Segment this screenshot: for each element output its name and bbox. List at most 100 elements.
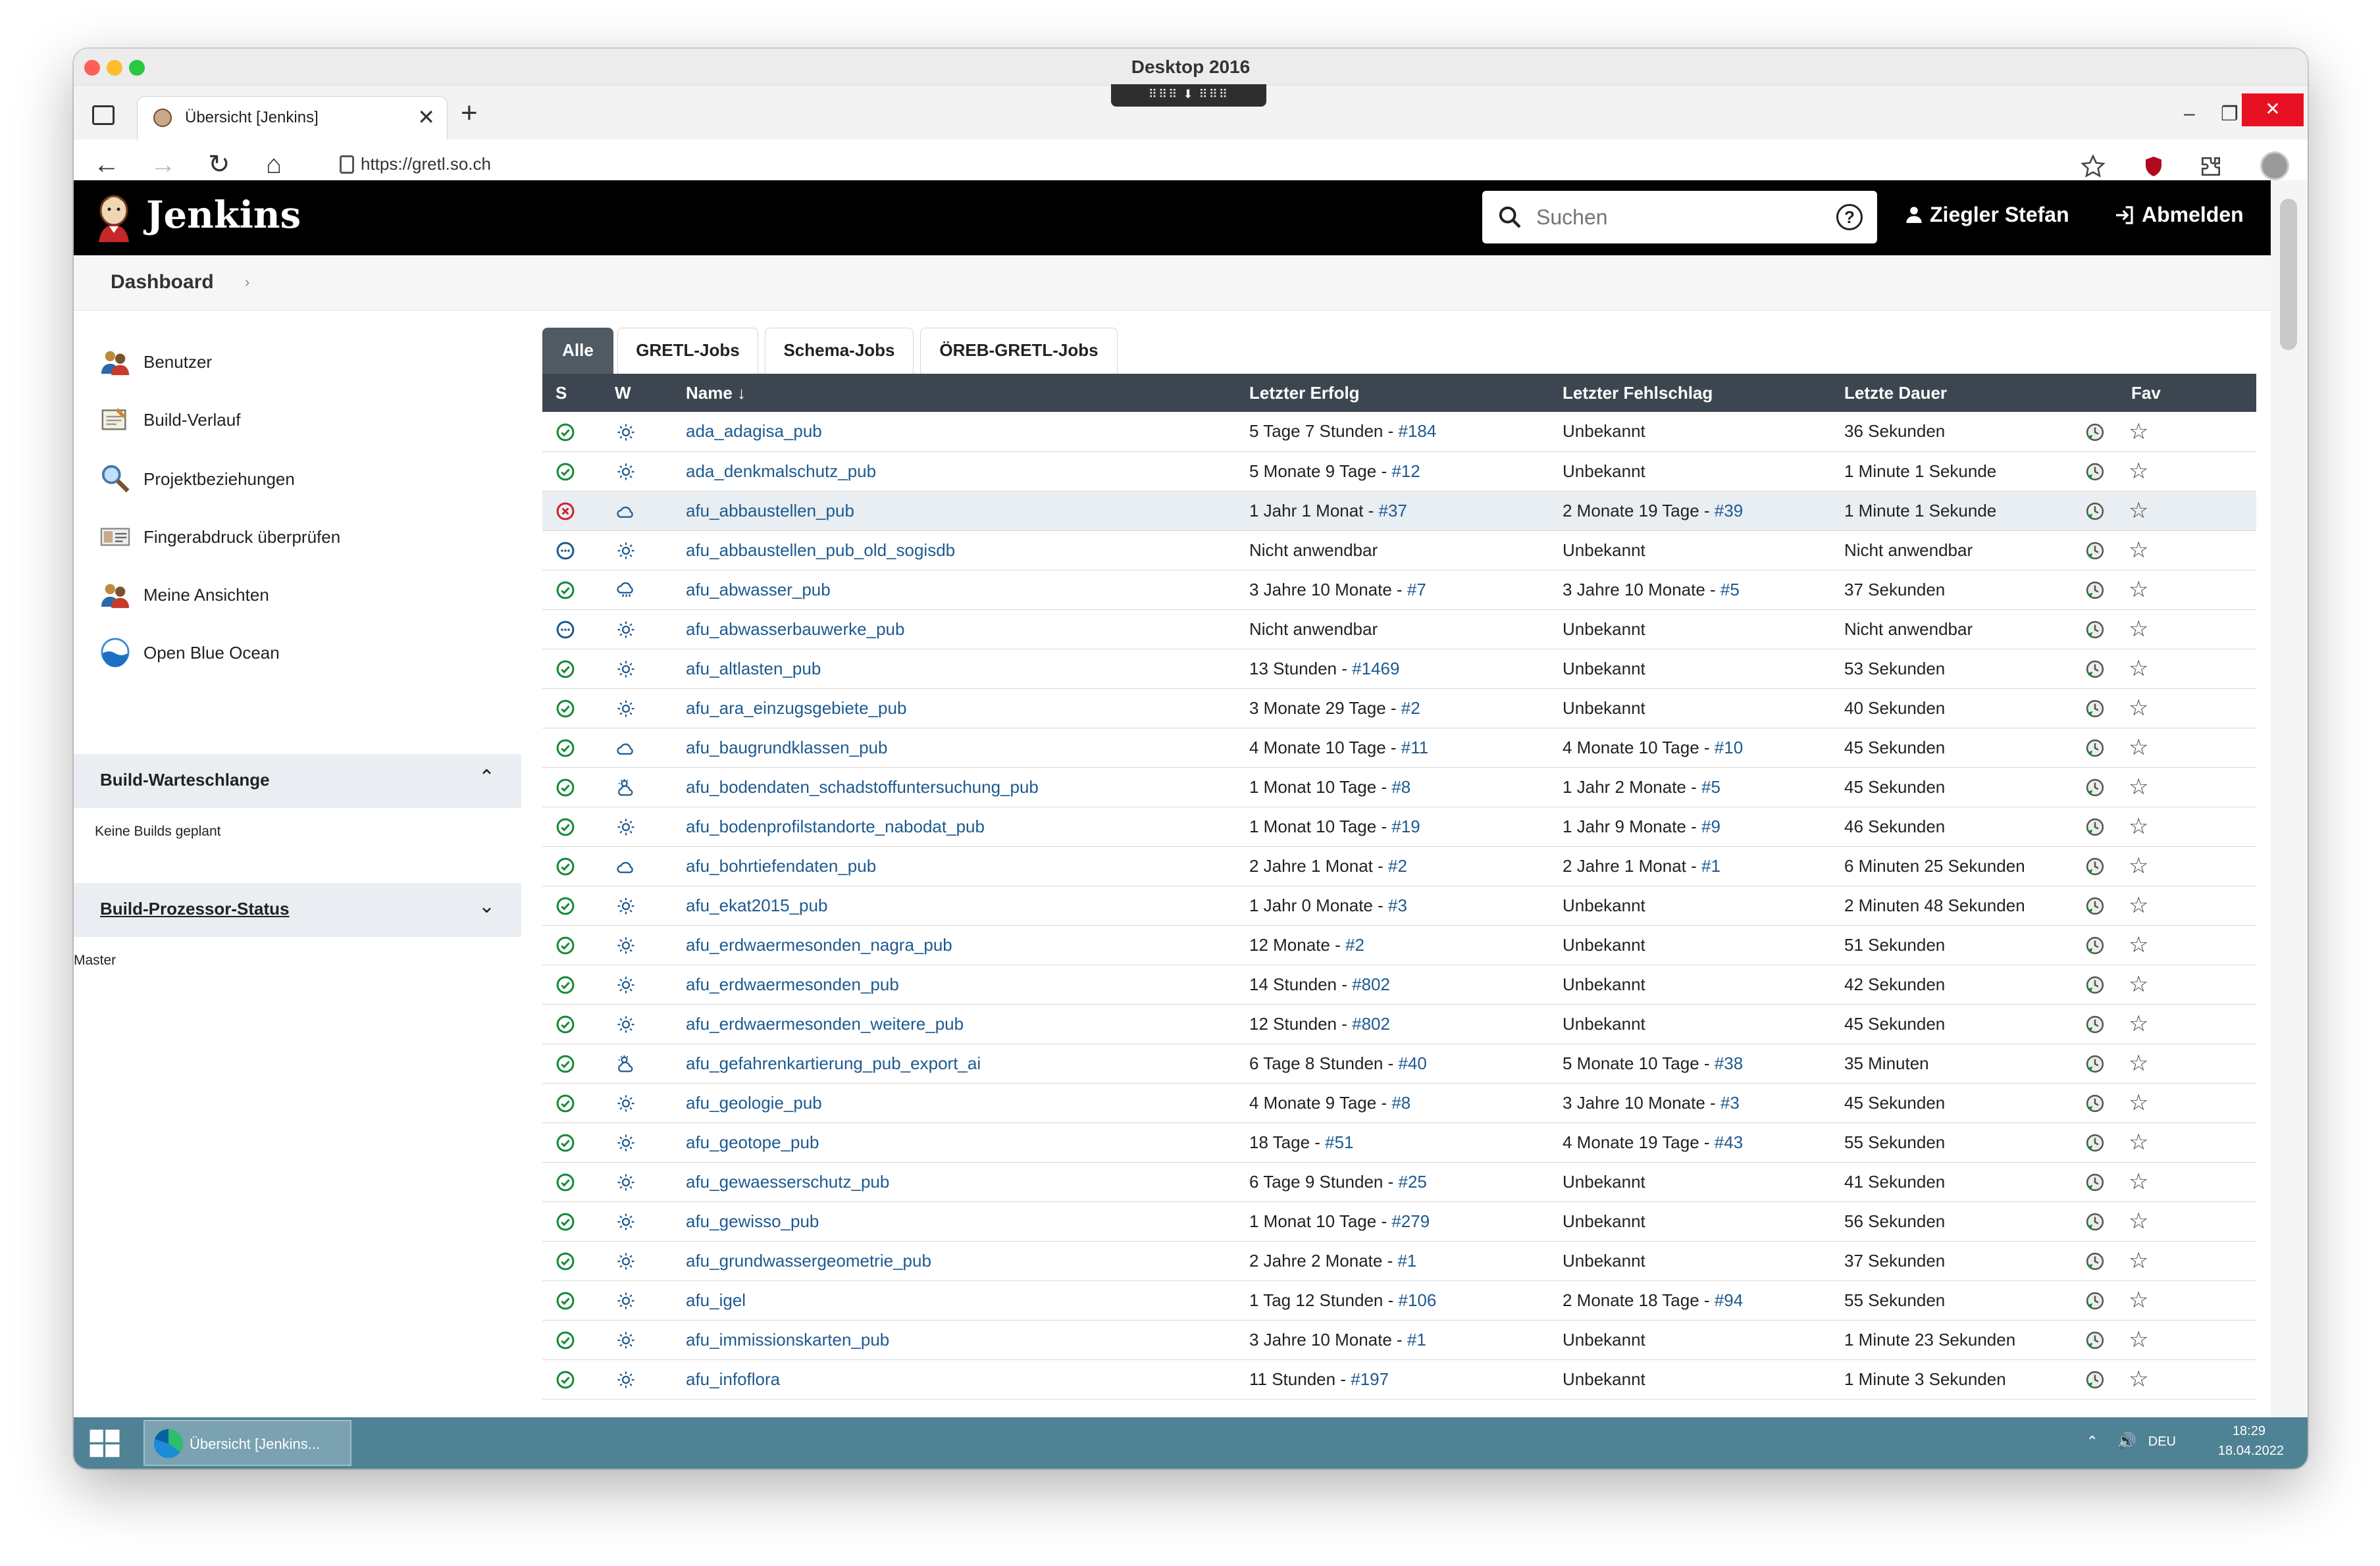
weather-sunny-icon[interactable] [615,1369,637,1388]
executor-status-panel-header[interactable]: Build-Prozessor-Status ⌄ [74,883,521,937]
build-link[interactable]: #2 [1388,856,1407,876]
col-fav[interactable]: Fav [2114,374,2256,412]
status-success-icon[interactable] [556,1053,575,1073]
status-success-icon[interactable] [556,855,575,876]
logout-link[interactable]: Abmelden [2113,203,2244,227]
tab-alle[interactable]: Alle [542,328,613,374]
favorites-star-icon[interactable] [2080,154,2106,179]
weather-sunny-icon[interactable] [615,895,637,915]
build-queue-panel-header[interactable]: Build-Warteschlange ⌃ [74,754,521,808]
schedule-build-icon[interactable] [2085,658,2105,678]
build-link[interactable]: #3 [1720,1093,1740,1113]
job-link[interactable]: afu_ekat2015_pub [686,896,827,915]
schedule-build-icon[interactable] [2085,421,2105,441]
favorite-star-icon[interactable]: ☆ [2129,695,2148,720]
job-link[interactable]: afu_abwasserbauwerke_pub [686,619,904,639]
job-link[interactable]: ada_denkmalschutz_pub [686,461,876,481]
favorite-star-icon[interactable]: ☆ [2129,1288,2148,1313]
schedule-build-icon[interactable] [2085,1092,2105,1113]
status-success-icon[interactable] [556,421,575,442]
favorite-star-icon[interactable]: ☆ [2129,1367,2148,1392]
ublock-shield-icon[interactable] [2142,154,2165,179]
col-last-duration[interactable]: Letzte Dauer [1831,374,2072,412]
job-link[interactable]: afu_ara_einzugsgebiete_pub [686,698,906,718]
schedule-build-icon[interactable] [2085,816,2105,836]
job-link[interactable]: afu_infoflora [686,1369,780,1389]
new-tab-button[interactable]: + [461,96,478,130]
col-status[interactable]: S [542,374,602,412]
weather-sunny-icon[interactable] [615,1092,637,1112]
job-link[interactable]: afu_igel [686,1290,746,1310]
user-link[interactable]: Ziegler Stefan [1905,203,2069,227]
volume-icon[interactable]: 🔊 [2117,1432,2136,1451]
favorite-star-icon[interactable]: ☆ [2129,1327,2148,1352]
status-success-icon[interactable] [556,461,575,481]
status-success-icon[interactable] [556,1132,575,1152]
tab-oereb-gretl-jobs[interactable]: ÖREB-GRETL-Jobs [920,328,1118,374]
weather-sunny-icon[interactable] [615,1329,637,1349]
tab-close-icon[interactable]: ✕ [417,105,435,130]
job-link[interactable]: afu_abwasser_pub [686,580,831,599]
status-success-icon[interactable] [556,1171,575,1192]
extensions-puzzle-icon[interactable] [2198,154,2223,179]
build-link[interactable]: #802 [1352,1014,1390,1034]
job-link[interactable]: afu_baugrundklassen_pub [686,738,887,757]
build-link[interactable]: #1 [1397,1251,1416,1271]
col-last-failure[interactable]: Letzter Fehlschlag [1549,374,1831,412]
build-link[interactable]: #40 [1398,1053,1426,1073]
build-link[interactable]: #11 [1401,738,1428,757]
schedule-build-icon[interactable] [2085,1013,2105,1034]
status-success-icon[interactable] [556,1092,575,1113]
schedule-build-icon[interactable] [2085,540,2105,560]
job-link[interactable]: afu_immissionskarten_pub [686,1330,889,1350]
favorite-star-icon[interactable]: ☆ [2129,814,2148,839]
weather-sunny-icon[interactable] [615,1250,637,1270]
weather-sunny-icon[interactable] [615,1211,637,1230]
build-link[interactable]: #19 [1391,817,1420,836]
status-success-icon[interactable] [556,816,575,836]
job-link[interactable]: afu_erdwaermesonden_weitere_pub [686,1014,964,1034]
back-button[interactable]: ← [93,146,120,183]
page-scrollbar[interactable] [2271,180,2308,1463]
schedule-build-icon[interactable] [2085,1053,2105,1073]
schedule-build-icon[interactable] [2085,934,2105,955]
schedule-build-icon[interactable] [2085,619,2105,639]
build-link[interactable]: #197 [1351,1369,1389,1389]
build-link[interactable]: #1469 [1352,659,1399,678]
forward-button[interactable]: → [150,146,176,183]
build-link[interactable]: #9 [1701,817,1720,836]
favorite-star-icon[interactable]: ☆ [2129,459,2148,484]
favorite-star-icon[interactable]: ☆ [2129,419,2148,444]
status-success-icon[interactable] [556,1250,575,1271]
build-link[interactable]: #39 [1715,501,1743,520]
status-success-icon[interactable] [556,1369,575,1389]
search-input[interactable] [1536,203,1819,232]
schedule-build-icon[interactable] [2085,579,2105,599]
status-success-icon[interactable] [556,697,575,718]
schedule-build-icon[interactable] [2085,1369,2105,1389]
build-link[interactable]: #8 [1391,777,1410,797]
scrollbar-thumb[interactable] [2280,199,2297,350]
status-success-icon[interactable] [556,934,575,955]
clock-date[interactable]: 18.04.2022 [2218,1444,2284,1459]
weather-cloudy-icon[interactable] [615,500,637,520]
job-link[interactable]: afu_bohrtiefendaten_pub [686,856,876,876]
weather-sunny-icon[interactable] [615,461,637,480]
job-link[interactable]: afu_altlasten_pub [686,659,821,678]
home-button[interactable]: ⌂ [266,146,282,183]
status-success-icon[interactable] [556,1290,575,1310]
executor-master[interactable]: Master [74,953,116,969]
schedule-build-icon[interactable] [2085,1171,2105,1192]
job-link[interactable]: afu_gewaesserschutz_pub [686,1172,889,1192]
tab-gretl-jobs[interactable]: GRETL-Jobs [617,328,758,374]
build-link[interactable]: #3 [1388,896,1407,915]
favorite-star-icon[interactable]: ☆ [2129,538,2148,563]
build-link[interactable]: #1 [1407,1330,1426,1350]
weather-cloudy-icon[interactable] [615,737,637,757]
build-link[interactable]: #43 [1715,1132,1743,1152]
status-success-icon[interactable] [556,776,575,797]
build-link[interactable]: #2 [1401,698,1420,718]
schedule-build-icon[interactable] [2085,974,2105,994]
job-link[interactable]: afu_gefahrenkartierung_pub_export_ai [686,1053,981,1073]
breadcrumb-dashboard[interactable]: Dashboard [111,271,214,293]
